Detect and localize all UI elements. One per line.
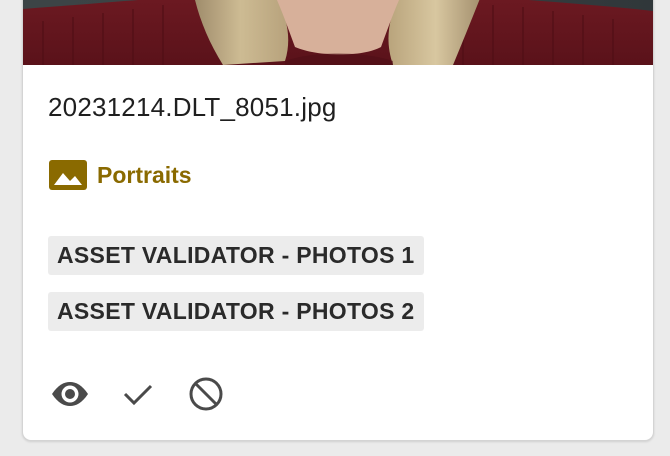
asset-card: 20231214.DLT_8051.jpg Portraits ASSET VA… [22, 0, 654, 441]
collection-label: Portraits [97, 161, 192, 188]
asset-actions [48, 376, 228, 412]
tag-badge: ASSET VALIDATOR - PHOTOS 1 [48, 236, 424, 275]
block-icon [189, 377, 223, 411]
check-icon [123, 384, 153, 406]
image-icon [49, 160, 87, 190]
tag-badge: ASSET VALIDATOR - PHOTOS 2 [48, 292, 424, 331]
asset-filename: 20231214.DLT_8051.jpg [48, 92, 337, 122]
eye-icon [52, 382, 88, 406]
collection-link[interactable]: Portraits [49, 160, 192, 190]
asset-thumbnail[interactable] [23, 0, 653, 65]
portrait-image [23, 0, 653, 65]
reject-button[interactable] [184, 376, 228, 412]
approve-button[interactable] [116, 376, 160, 412]
view-button[interactable] [48, 376, 92, 412]
